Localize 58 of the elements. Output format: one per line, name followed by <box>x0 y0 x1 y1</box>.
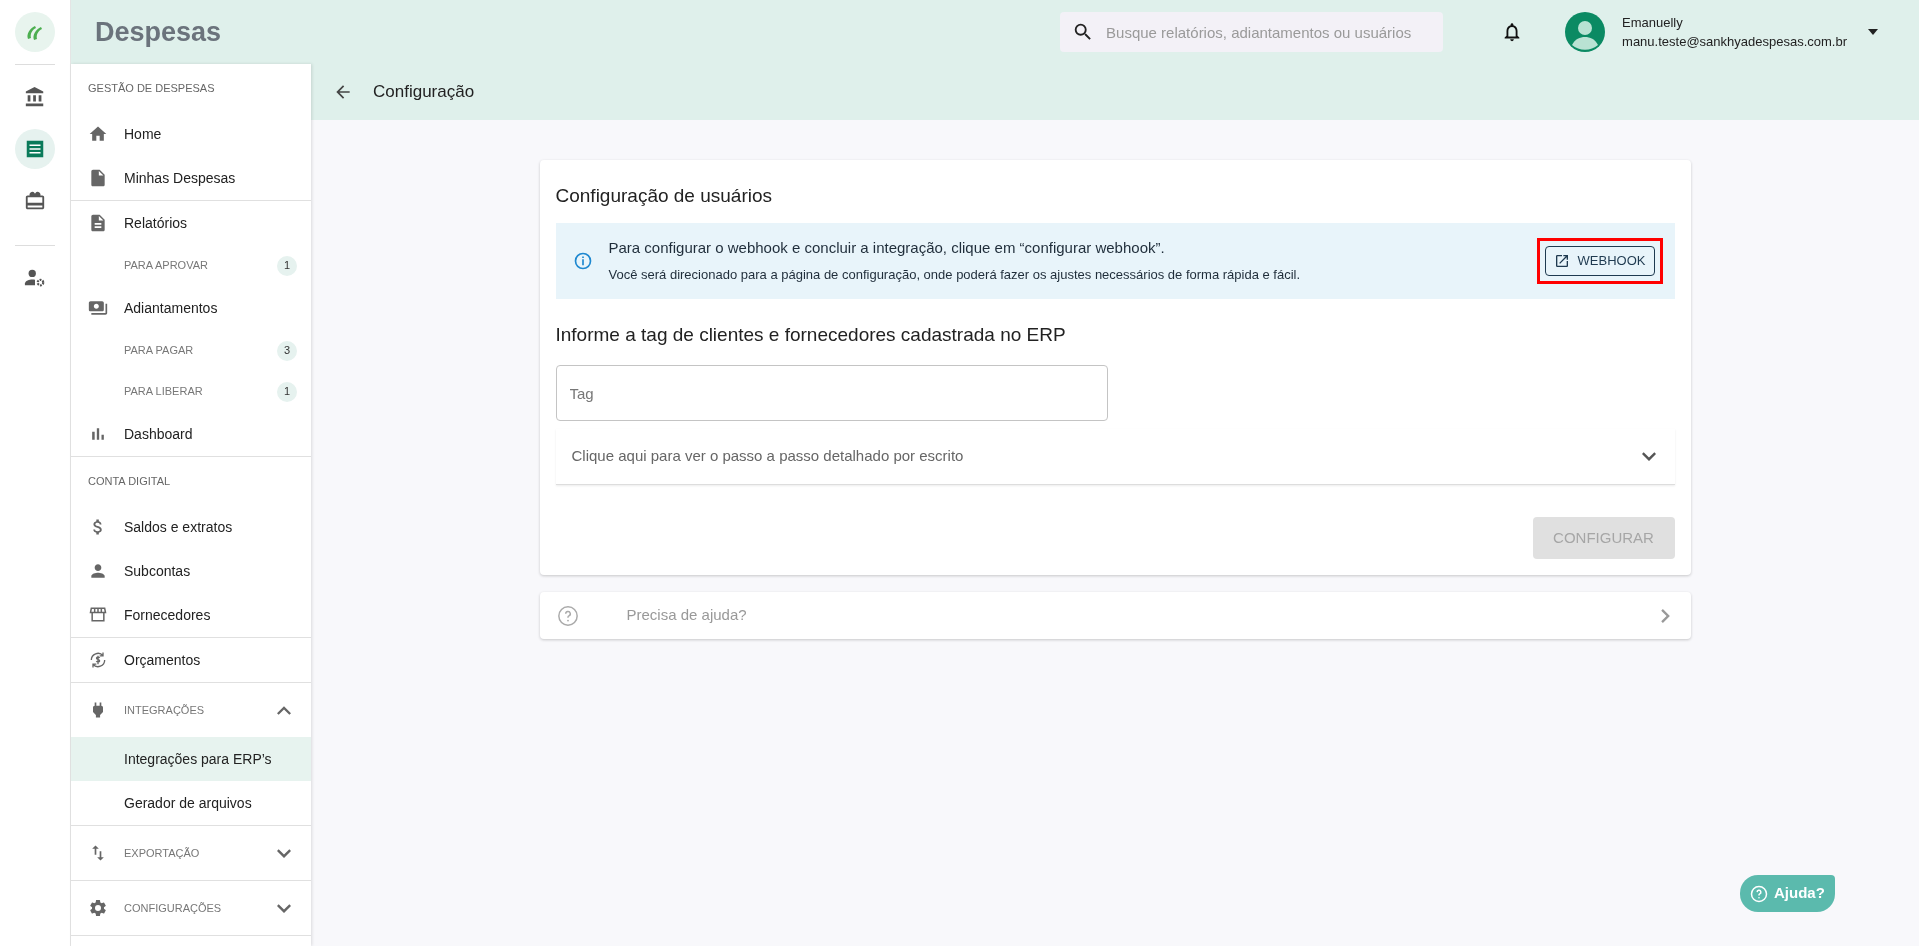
nav-item[interactable]: Fornecedores <box>71 593 311 637</box>
steps-accordion[interactable]: Clique aqui para ver o passo a passo detalhado por escrito <box>555 429 1675 485</box>
gift-card-icon <box>24 190 46 212</box>
money-icon <box>88 298 108 318</box>
tag-prompt: Informe a tag de clientes e fornecedores cadastrada no ERP <box>555 322 1067 347</box>
nav-subitem[interactable]: PARA LIBERAR 1 <box>71 371 311 412</box>
nav-item[interactable]: Gerador de arquivos <box>71 781 311 825</box>
card-title: Configuração de usuários <box>555 184 774 208</box>
count-badge: 3 <box>277 340 297 361</box>
home-icon <box>88 124 108 144</box>
nav-item[interactable]: Home <box>71 112 311 156</box>
nav-group-header[interactable]: CONFIGURAÇÕES <box>71 881 311 935</box>
settings-icon <box>88 898 108 918</box>
open-external-icon <box>1553 252 1570 269</box>
bank-icon <box>24 86 46 108</box>
nav-item[interactable]: Integrações para ERP’s <box>71 737 311 781</box>
webhook-button[interactable]: WEBHOOK <box>1544 245 1655 276</box>
chevron-up-icon <box>277 705 291 715</box>
nav-rail-item[interactable] <box>15 129 55 169</box>
count-badge: 1 <box>277 381 297 402</box>
user-name: Emanuelly <box>1622 14 1684 32</box>
nav-subitem[interactable]: PARA PAGAR 3 <box>71 330 311 371</box>
document-icon <box>88 213 108 233</box>
help-icon <box>1750 884 1768 903</box>
section-heading: CONTA DIGITAL <box>88 473 171 489</box>
nav-group-header[interactable]: EXPORTAÇÃO <box>71 826 311 880</box>
chevron-right-icon <box>1660 608 1670 623</box>
info-icon <box>572 250 593 271</box>
file-icon <box>88 168 108 188</box>
help-icon <box>556 604 579 627</box>
nav-item[interactable]: Dashboard <box>71 412 311 456</box>
nav-item[interactable]: Relatórios <box>71 201 311 245</box>
nav-item[interactable]: Saldos e extratos <box>71 505 311 549</box>
caret-icon[interactable] <box>1867 28 1879 36</box>
tag-field[interactable]: Tag <box>555 365 1108 421</box>
logo-icon[interactable] <box>15 12 55 52</box>
count-badge: 1 <box>277 255 297 276</box>
page-title: Configuração <box>373 81 475 104</box>
nav-subitem[interactable]: PARA APROVAR 1 <box>71 245 311 286</box>
nav-item[interactable]: Orçamentos <box>71 638 311 682</box>
alert-detail: Você será direcionado para a página de configuração, onde poderá fazer os ajustes necessários de forma rápida e fácil. <box>608 265 1302 284</box>
user-gear-icon <box>24 267 46 289</box>
nav-group-header[interactable]: INTEGRAÇÕES <box>71 683 311 737</box>
receipt-icon <box>24 138 46 160</box>
chevron-down-icon <box>1641 452 1656 461</box>
chevron-down-icon <box>277 903 291 913</box>
nav-item[interactable]: Adiantamentos <box>71 286 311 330</box>
user-email: manu.teste@sankhyadespesas.com.br <box>1622 33 1847 51</box>
avatar-icon[interactable] <box>1565 12 1606 52</box>
exchange-icon <box>88 650 108 670</box>
alert-text: Para configurar o webhook e concluir a integração, clique em “configurar webhook”. <box>608 238 1166 258</box>
store-icon <box>88 605 108 625</box>
nav-item[interactable]: Minhas Despesas <box>71 156 311 200</box>
search-field[interactable]: Busque relatórios, adiantamentos ou usuários <box>1060 12 1444 52</box>
app-title: Despesas <box>95 15 223 49</box>
nav-item[interactable]: Subcontas <box>71 549 311 593</box>
section-heading: GESTÃO DE DESPESAS <box>88 80 215 96</box>
chevron-down-icon <box>277 848 291 858</box>
